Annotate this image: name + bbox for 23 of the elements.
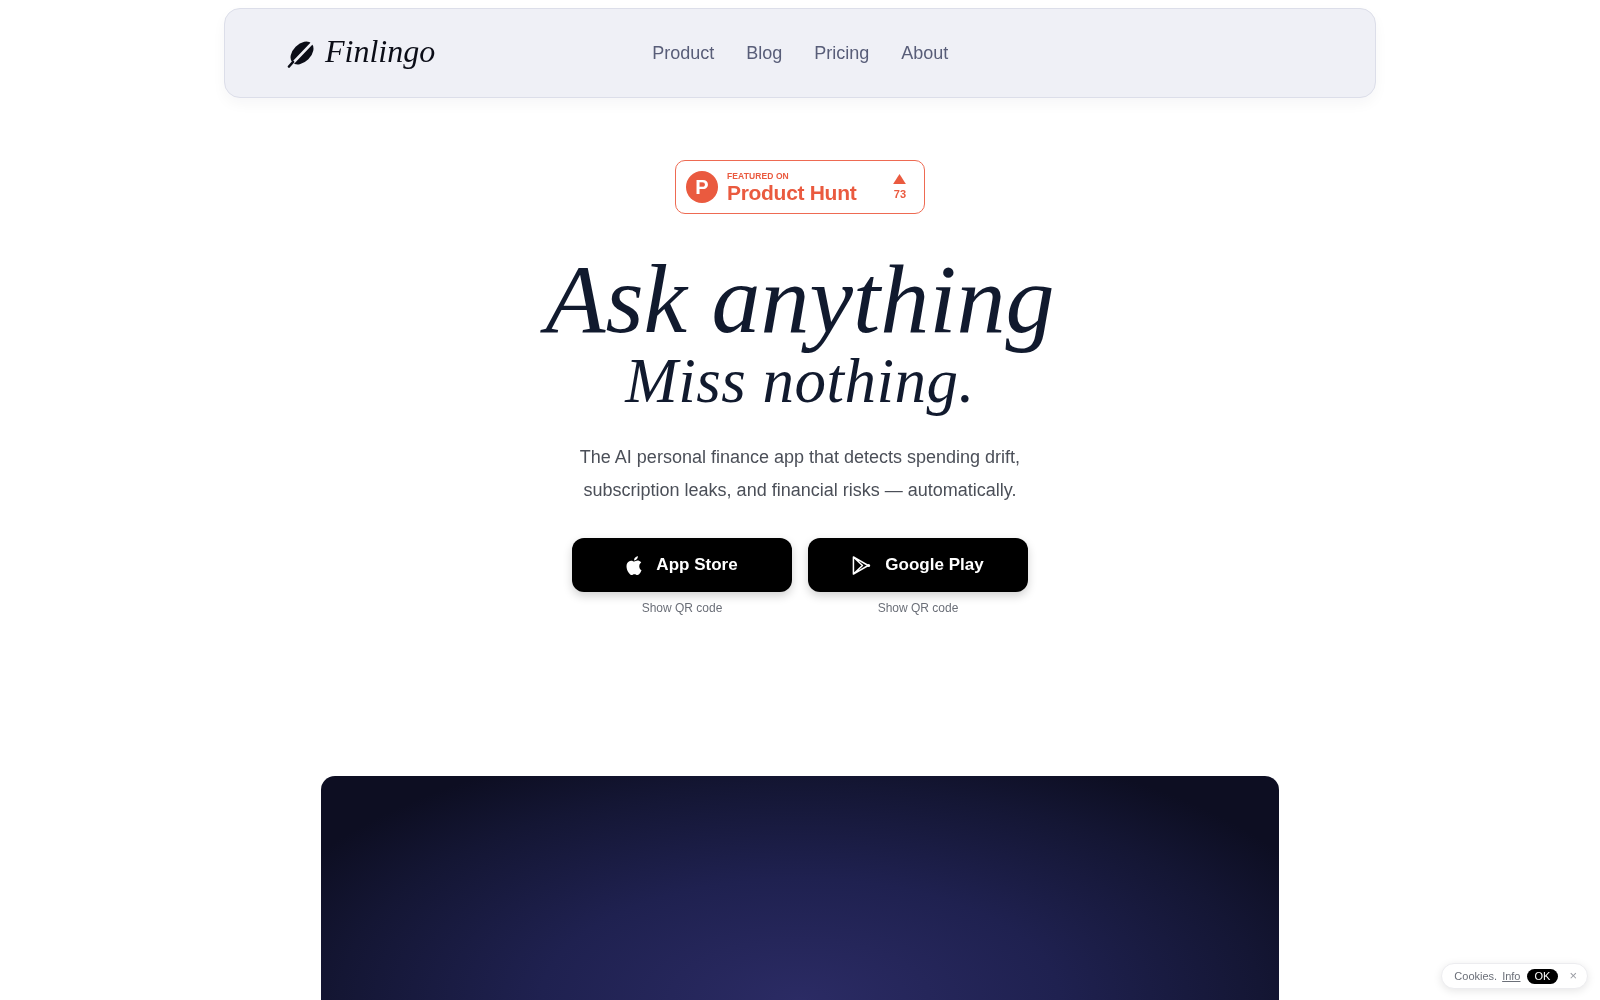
apple-icon [626, 555, 643, 575]
leaf-icon [287, 38, 317, 68]
upvote-triangle-icon [893, 174, 907, 184]
cookie-text: Cookies. [1454, 969, 1498, 983]
close-button[interactable]: × [1567, 969, 1579, 983]
nav-link[interactable]: Product [652, 41, 715, 65]
nav-link[interactable]: Blog [746, 41, 783, 65]
play-icon [852, 555, 872, 575]
badge-title: Product Hunt [727, 180, 858, 204]
nav-link[interactable]: Pricing [814, 41, 870, 65]
nav-link[interactable]: About [901, 41, 949, 65]
badge-kicker: FEATURED ON [727, 170, 790, 181]
brand-name[interactable]: Finlingo [325, 31, 439, 75]
description: The AI personal finance app that detects spending drift, subscription leaks, and financial risks — automatically. [578, 446, 1022, 502]
ok-button[interactable]: OK [1526, 968, 1559, 984]
store-button[interactable]: Google Play [808, 538, 1028, 592]
qr-code-link[interactable]: Show QR code [641, 600, 723, 616]
featured-badge[interactable]: P FEATURED ON Product Hunt 73 [675, 160, 925, 214]
info-link[interactable]: Info [1502, 969, 1521, 983]
vote-count: 73 [893, 188, 907, 200]
letter-logo: P [686, 171, 718, 203]
qr-code-link[interactable]: Show QR code [877, 600, 959, 616]
store-button[interactable]: App Store [572, 538, 792, 592]
